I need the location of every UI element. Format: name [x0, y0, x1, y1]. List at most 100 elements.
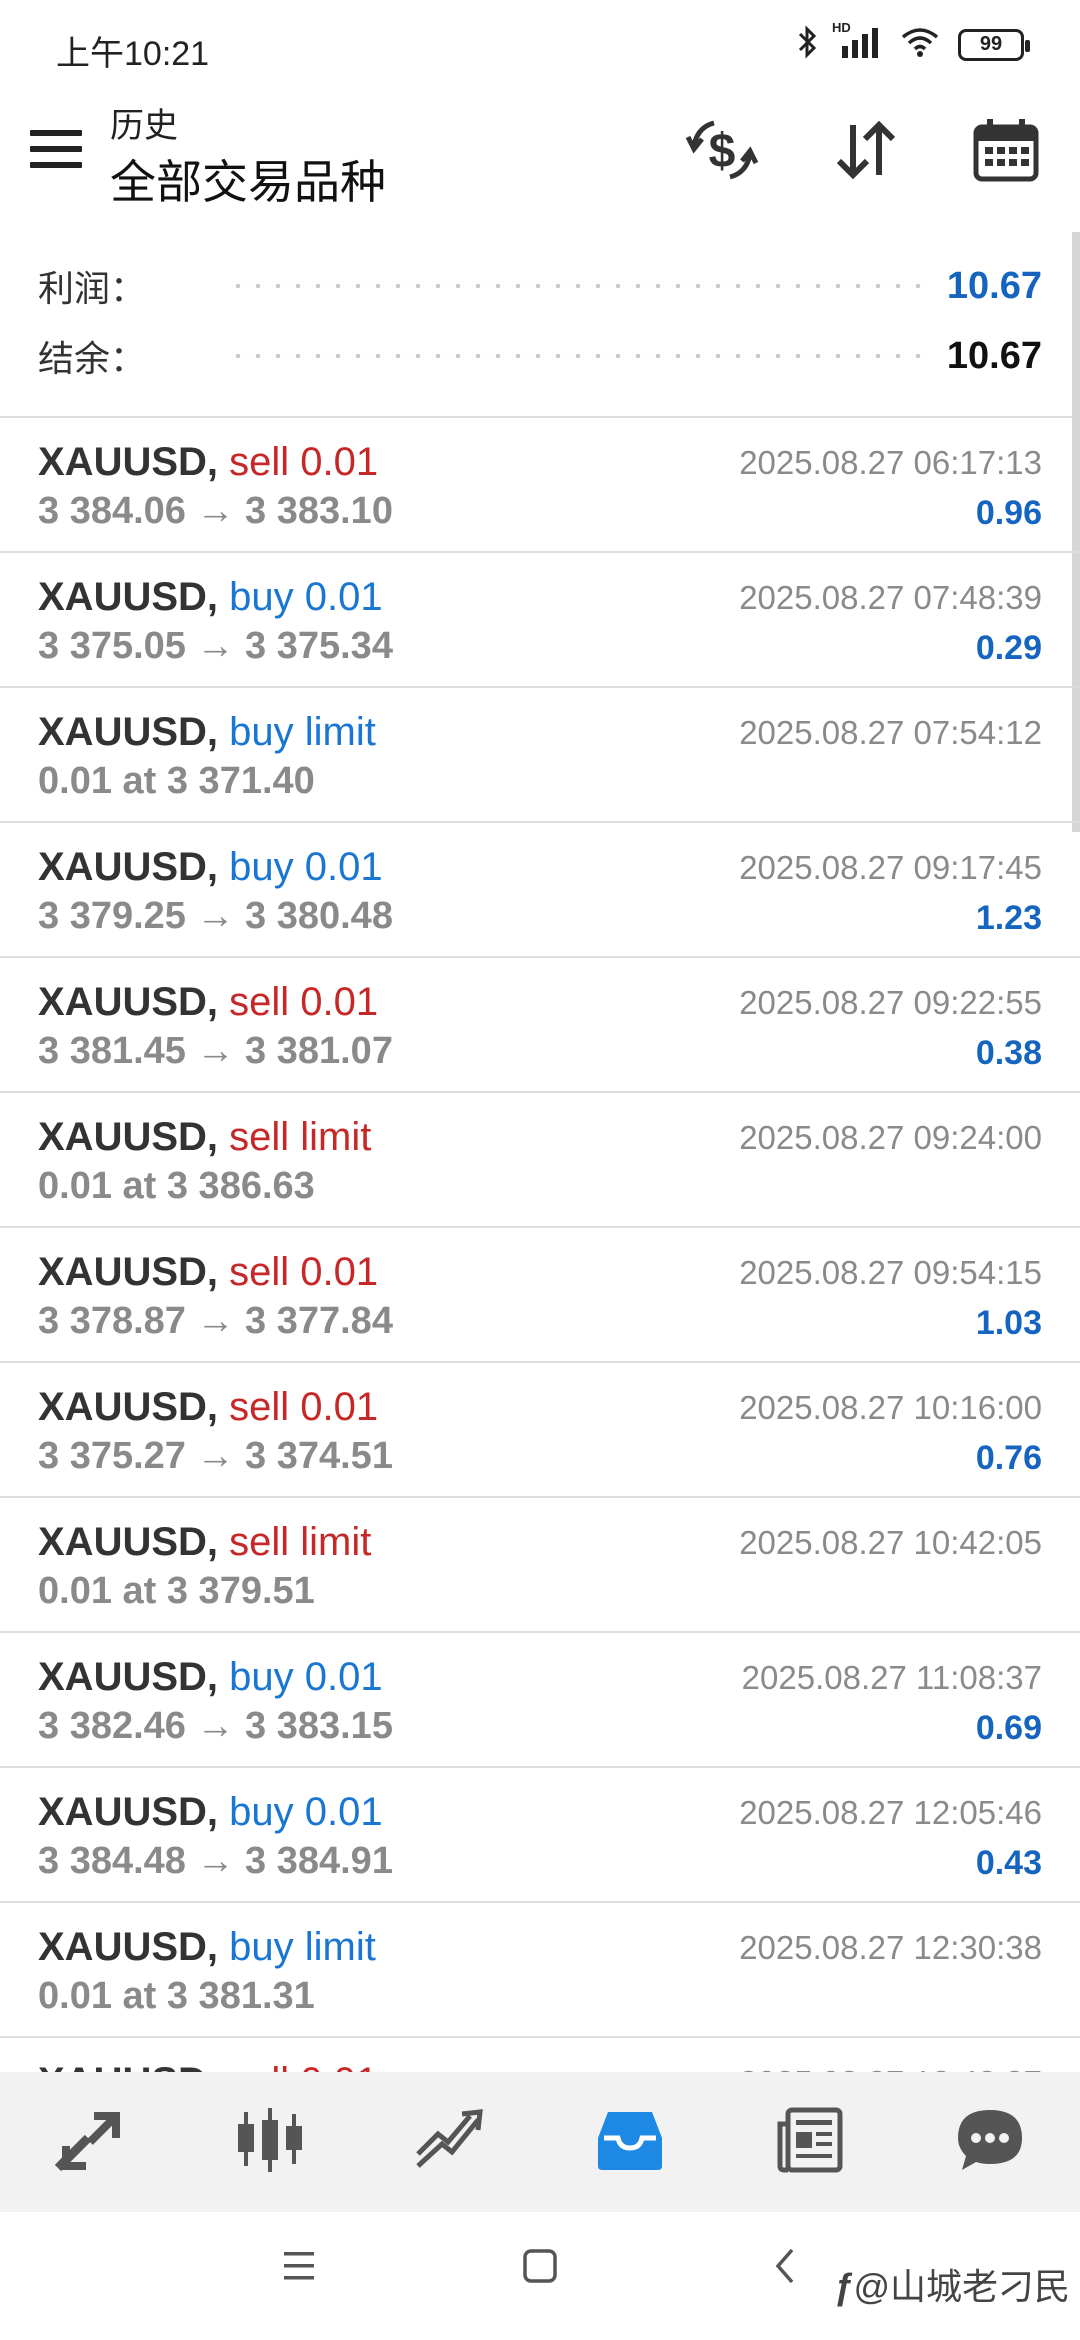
- trade-action: sell limit: [229, 1520, 372, 1564]
- trade-title: XAUUSD, buy limit: [38, 1925, 376, 1970]
- trade-prices: 3 378.87 → 3 377.84: [38, 1300, 393, 1342]
- trade-action: buy 0.01: [229, 575, 383, 619]
- trade-icon: [412, 2104, 488, 2181]
- dotted-leader: [228, 354, 922, 358]
- trade-row[interactable]: XAUUSD, buy 0.01 3 375.05 → 3 375.34 2025.…: [0, 553, 1080, 688]
- trade-time: 2025.08.27 09:22:55: [739, 984, 1042, 1021]
- bluetooth-icon: [796, 24, 820, 65]
- header-subtitle: 历史: [110, 107, 178, 145]
- trade-title: XAUUSD, sell 0.01: [38, 2060, 378, 2072]
- status-icons: HD 99: [796, 20, 1030, 65]
- trade-action: sell 0.01: [229, 980, 379, 1024]
- menu-button[interactable]: [30, 124, 82, 174]
- separator: ,: [206, 1790, 230, 1834]
- sort-icon[interactable]: [826, 110, 906, 190]
- battery-icon: 99: [958, 28, 1030, 61]
- profit-label: 利润：: [38, 268, 147, 309]
- system-navigation: ƒ@山城老刁民: [0, 2212, 1080, 2340]
- trade-profit: 1.23: [975, 899, 1042, 937]
- trade-profit: 0.76: [975, 1439, 1042, 1477]
- trade-title: XAUUSD, sell 0.01: [38, 1250, 378, 1295]
- trade-profit: 0.96: [975, 494, 1042, 532]
- signal-icon: HD: [832, 20, 882, 65]
- nav-news[interactable]: [755, 2087, 865, 2197]
- trade-row[interactable]: XAUUSD, sell 0.01 3 375.27 → 3 374.51 2025…: [0, 1363, 1080, 1498]
- trade-symbol: XAUUSD: [38, 1250, 207, 1294]
- trade-profit: 0.38: [975, 1034, 1042, 1072]
- nav-chart[interactable]: [215, 2087, 325, 2197]
- trade-title: XAUUSD, sell 0.01: [38, 440, 378, 485]
- trade-prices: 3 375.05 → 3 375.34: [38, 625, 393, 667]
- status-bar: 上午10:21 HD 99: [0, 0, 1080, 90]
- trade-prices: 3 381.45 → 3 381.07: [38, 1030, 393, 1072]
- trade-title: XAUUSD, buy 0.01: [38, 1790, 383, 1835]
- trade-row[interactable]: XAUUSD, buy limit 0.01 at 3 381.31 2025.08…: [0, 1903, 1080, 2038]
- trade-row[interactable]: XAUUSD, buy 0.01 3 382.46 → 3 383.15 2025.…: [0, 1633, 1080, 1768]
- trade-action: buy 0.01: [229, 1790, 383, 1834]
- nav-trade[interactable]: [395, 2087, 505, 2197]
- hd-label: HD: [832, 20, 851, 35]
- svg-text:$: $: [709, 125, 736, 178]
- trade-symbol: XAUUSD: [38, 1925, 207, 1969]
- nav-quotes[interactable]: [35, 2087, 145, 2197]
- summary-panel: 利润： 10.67 结余： 10.67: [0, 232, 1080, 418]
- candlestick-chart-icon: [232, 2104, 308, 2181]
- trade-prices: 0.01 at 3 379.51: [38, 1570, 315, 1612]
- separator: ,: [206, 1655, 230, 1699]
- trade-time: 2025.08.27 11:08:37: [741, 1659, 1042, 1696]
- trade-title: XAUUSD, sell 0.01: [38, 980, 378, 1025]
- trade-profit: 0.69: [975, 1709, 1042, 1747]
- currency-exchange-icon[interactable]: $: [682, 110, 762, 190]
- trade-symbol: XAUUSD: [38, 440, 207, 484]
- recent-apps-button[interactable]: [282, 2246, 316, 2291]
- separator: ,: [206, 845, 230, 889]
- trade-prices: 3 375.27 → 3 374.51: [38, 1435, 393, 1477]
- calendar-icon[interactable]: [966, 110, 1046, 190]
- trade-action: sell 0.01: [229, 2060, 378, 2072]
- trade-time: 2025.08.27 10:42:05: [739, 1524, 1042, 1561]
- trade-time: 2025.08.27 06:17:13: [739, 444, 1042, 481]
- trade-symbol: XAUUSD: [38, 575, 207, 619]
- trade-time: 2025.08.27 09:54:15: [739, 1254, 1042, 1291]
- trade-time: 2025.08.27 12:42:27: [739, 2064, 1042, 2072]
- separator: ,: [207, 2060, 229, 2072]
- trade-action: sell 0.01: [229, 440, 379, 484]
- quotes-icon: [54, 2104, 126, 2181]
- trade-profit: 1.03: [975, 1304, 1042, 1342]
- separator: ,: [206, 1520, 230, 1564]
- trade-title: XAUUSD, buy 0.01: [38, 575, 383, 620]
- trade-history-list[interactable]: XAUUSD, sell 0.01 3 384.06 → 3 383.10 2025…: [0, 418, 1080, 2072]
- trade-time: 2025.08.27 09:17:45: [739, 849, 1042, 886]
- profit-value: 10.67: [946, 264, 1042, 307]
- trade-time: 2025.08.27 07:48:39: [739, 579, 1042, 616]
- trade-title: XAUUSD, buy 0.01: [38, 845, 383, 890]
- separator: ,: [206, 1115, 230, 1159]
- trade-symbol: XAUUSD: [38, 2060, 207, 2072]
- separator: ,: [206, 1385, 230, 1429]
- watermark-text: @山城老刁民: [853, 2266, 1070, 2307]
- back-button[interactable]: [772, 2246, 798, 2291]
- trade-row[interactable]: XAUUSD, sell limit 0.01 at 3 379.51 2025.0…: [0, 1498, 1080, 1633]
- trade-action: buy 0.01: [229, 845, 383, 889]
- trade-row[interactable]: XAUUSD, buy 0.01 3 379.25 → 3 380.48 2025.…: [0, 823, 1080, 958]
- trade-prices: 3 379.25 → 3 380.48: [38, 895, 393, 937]
- trade-action: buy 0.01: [229, 1655, 383, 1699]
- trade-time: 2025.08.27 12:05:46: [739, 1794, 1042, 1831]
- balance-value: 10.67: [946, 334, 1042, 377]
- home-button[interactable]: [522, 2246, 558, 2291]
- trade-time: 2025.08.27 07:54:12: [739, 714, 1042, 751]
- trade-row[interactable]: XAUUSD, sell 0.01 2025.08.27 12:42:27: [0, 2038, 1080, 2072]
- trade-prices: 0.01 at 3 381.31: [38, 1975, 315, 2017]
- trade-row[interactable]: XAUUSD, sell 0.01 3 378.87 → 3 377.84 2025…: [0, 1228, 1080, 1363]
- trade-row[interactable]: XAUUSD, sell limit 0.01 at 3 386.63 2025.0…: [0, 1093, 1080, 1228]
- nav-history[interactable]: [575, 2087, 685, 2197]
- trade-row[interactable]: XAUUSD, sell 0.01 3 384.06 → 3 383.10 2025…: [0, 418, 1080, 553]
- nav-messages[interactable]: [935, 2087, 1045, 2197]
- page-title[interactable]: 全部交易品种: [110, 146, 386, 212]
- trade-action: sell 0.01: [229, 1250, 379, 1294]
- trade-row[interactable]: XAUUSD, buy 0.01 3 384.48 → 3 384.91 2025.…: [0, 1768, 1080, 1903]
- separator: ,: [206, 440, 230, 484]
- trade-profit: 0.29: [975, 629, 1042, 667]
- trade-row[interactable]: XAUUSD, buy limit 0.01 at 3 371.40 2025.08…: [0, 688, 1080, 823]
- trade-row[interactable]: XAUUSD, sell 0.01 3 381.45 → 3 381.07 2025…: [0, 958, 1080, 1093]
